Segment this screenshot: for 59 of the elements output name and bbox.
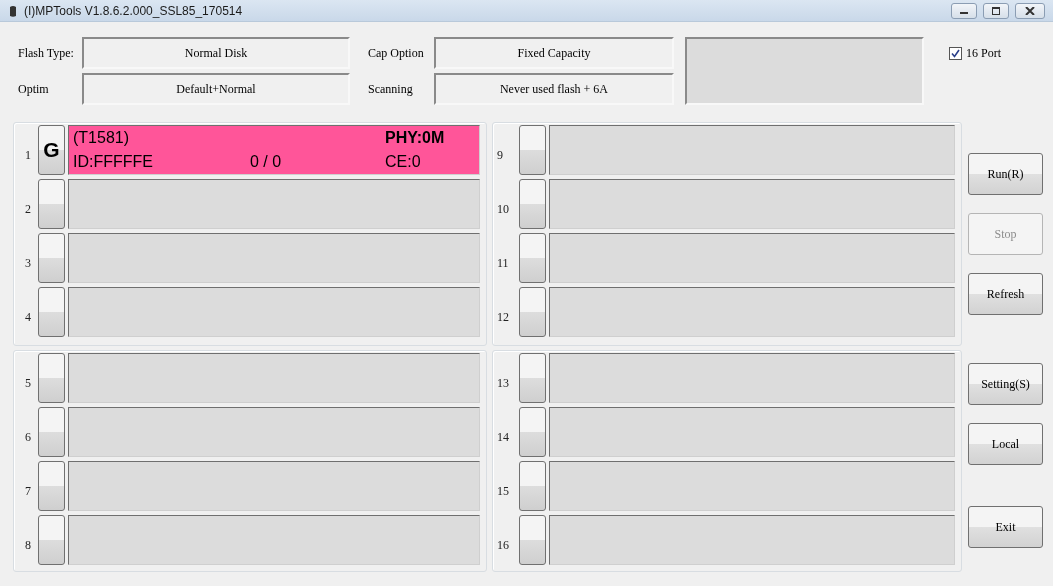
maximize-icon — [991, 6, 1001, 15]
port-button[interactable] — [38, 407, 65, 457]
port-button[interactable] — [38, 461, 65, 511]
field-label: Flash Type: — [18, 44, 75, 62]
port-number: 8 — [24, 536, 32, 554]
app-icon — [10, 4, 16, 17]
port-button[interactable] — [38, 515, 65, 565]
port-number: 12 — [497, 308, 510, 326]
port-number: 11 — [497, 254, 510, 272]
port-number: 10 — [497, 200, 510, 218]
port-number: 6 — [24, 428, 32, 446]
port-number: 16 — [497, 536, 510, 554]
port-number: 4 — [24, 308, 32, 326]
port-button[interactable] — [519, 461, 546, 511]
port-button[interactable] — [519, 125, 546, 175]
capacity-label: PHY:0M — [385, 129, 446, 147]
port-number: 3 — [24, 254, 32, 272]
port-button[interactable]: G — [38, 125, 65, 175]
port-button[interactable] — [519, 353, 546, 403]
value-field[interactable]: Never used flash + 6A — [434, 73, 674, 105]
id-label: ID:FFFFFE — [73, 153, 154, 171]
action-button[interactable]: Setting(S) — [968, 363, 1043, 405]
port-button[interactable] — [519, 287, 546, 337]
port-number: 14 — [497, 428, 510, 446]
port-button[interactable] — [38, 353, 65, 403]
port-button[interactable] — [38, 179, 65, 229]
port-number: 5 — [24, 374, 32, 392]
value-field[interactable]: Fixed Capacity — [434, 37, 674, 69]
port-number: 7 — [24, 482, 32, 500]
port-button[interactable] — [38, 233, 65, 283]
field-label: Optim — [18, 80, 50, 98]
port-number: 15 — [497, 482, 510, 500]
port-button[interactable] — [519, 233, 546, 283]
chip-label: (T1581) — [73, 129, 131, 147]
ce-label: CE:0 — [385, 153, 422, 171]
close-icon — [1025, 6, 1035, 15]
field-label: Scanning — [368, 80, 414, 98]
field-label: Cap Option — [368, 44, 425, 62]
action-button[interactable]: Local — [968, 423, 1043, 465]
port-number: 2 — [24, 200, 32, 218]
value-field[interactable]: Default+Normal — [82, 73, 350, 105]
port-checkbox[interactable]: 16 Port — [949, 37, 1053, 69]
check-icon — [951, 48, 960, 58]
port-button[interactable] — [519, 515, 546, 565]
maximize-button[interactable] — [983, 2, 1009, 19]
close-button[interactable] — [1015, 2, 1045, 19]
window-title: (I)MPTools V1.8.6.2.000_SSL85_170514 — [24, 3, 244, 18]
action-button[interactable]: Run(R) — [968, 153, 1043, 195]
port-button[interactable] — [519, 407, 546, 457]
port-number: 1 — [24, 146, 32, 164]
action-button[interactable]: Refresh — [968, 273, 1043, 315]
port-number: 9 — [497, 146, 504, 164]
count-label: 0 / 0 — [250, 153, 283, 171]
value-field[interactable]: Normal Disk — [82, 37, 350, 69]
minimize-button[interactable] — [951, 2, 977, 19]
port-button[interactable] — [519, 179, 546, 229]
port-number: 13 — [497, 374, 510, 392]
port-button[interactable] — [38, 287, 65, 337]
action-button[interactable]: Exit — [968, 506, 1043, 548]
